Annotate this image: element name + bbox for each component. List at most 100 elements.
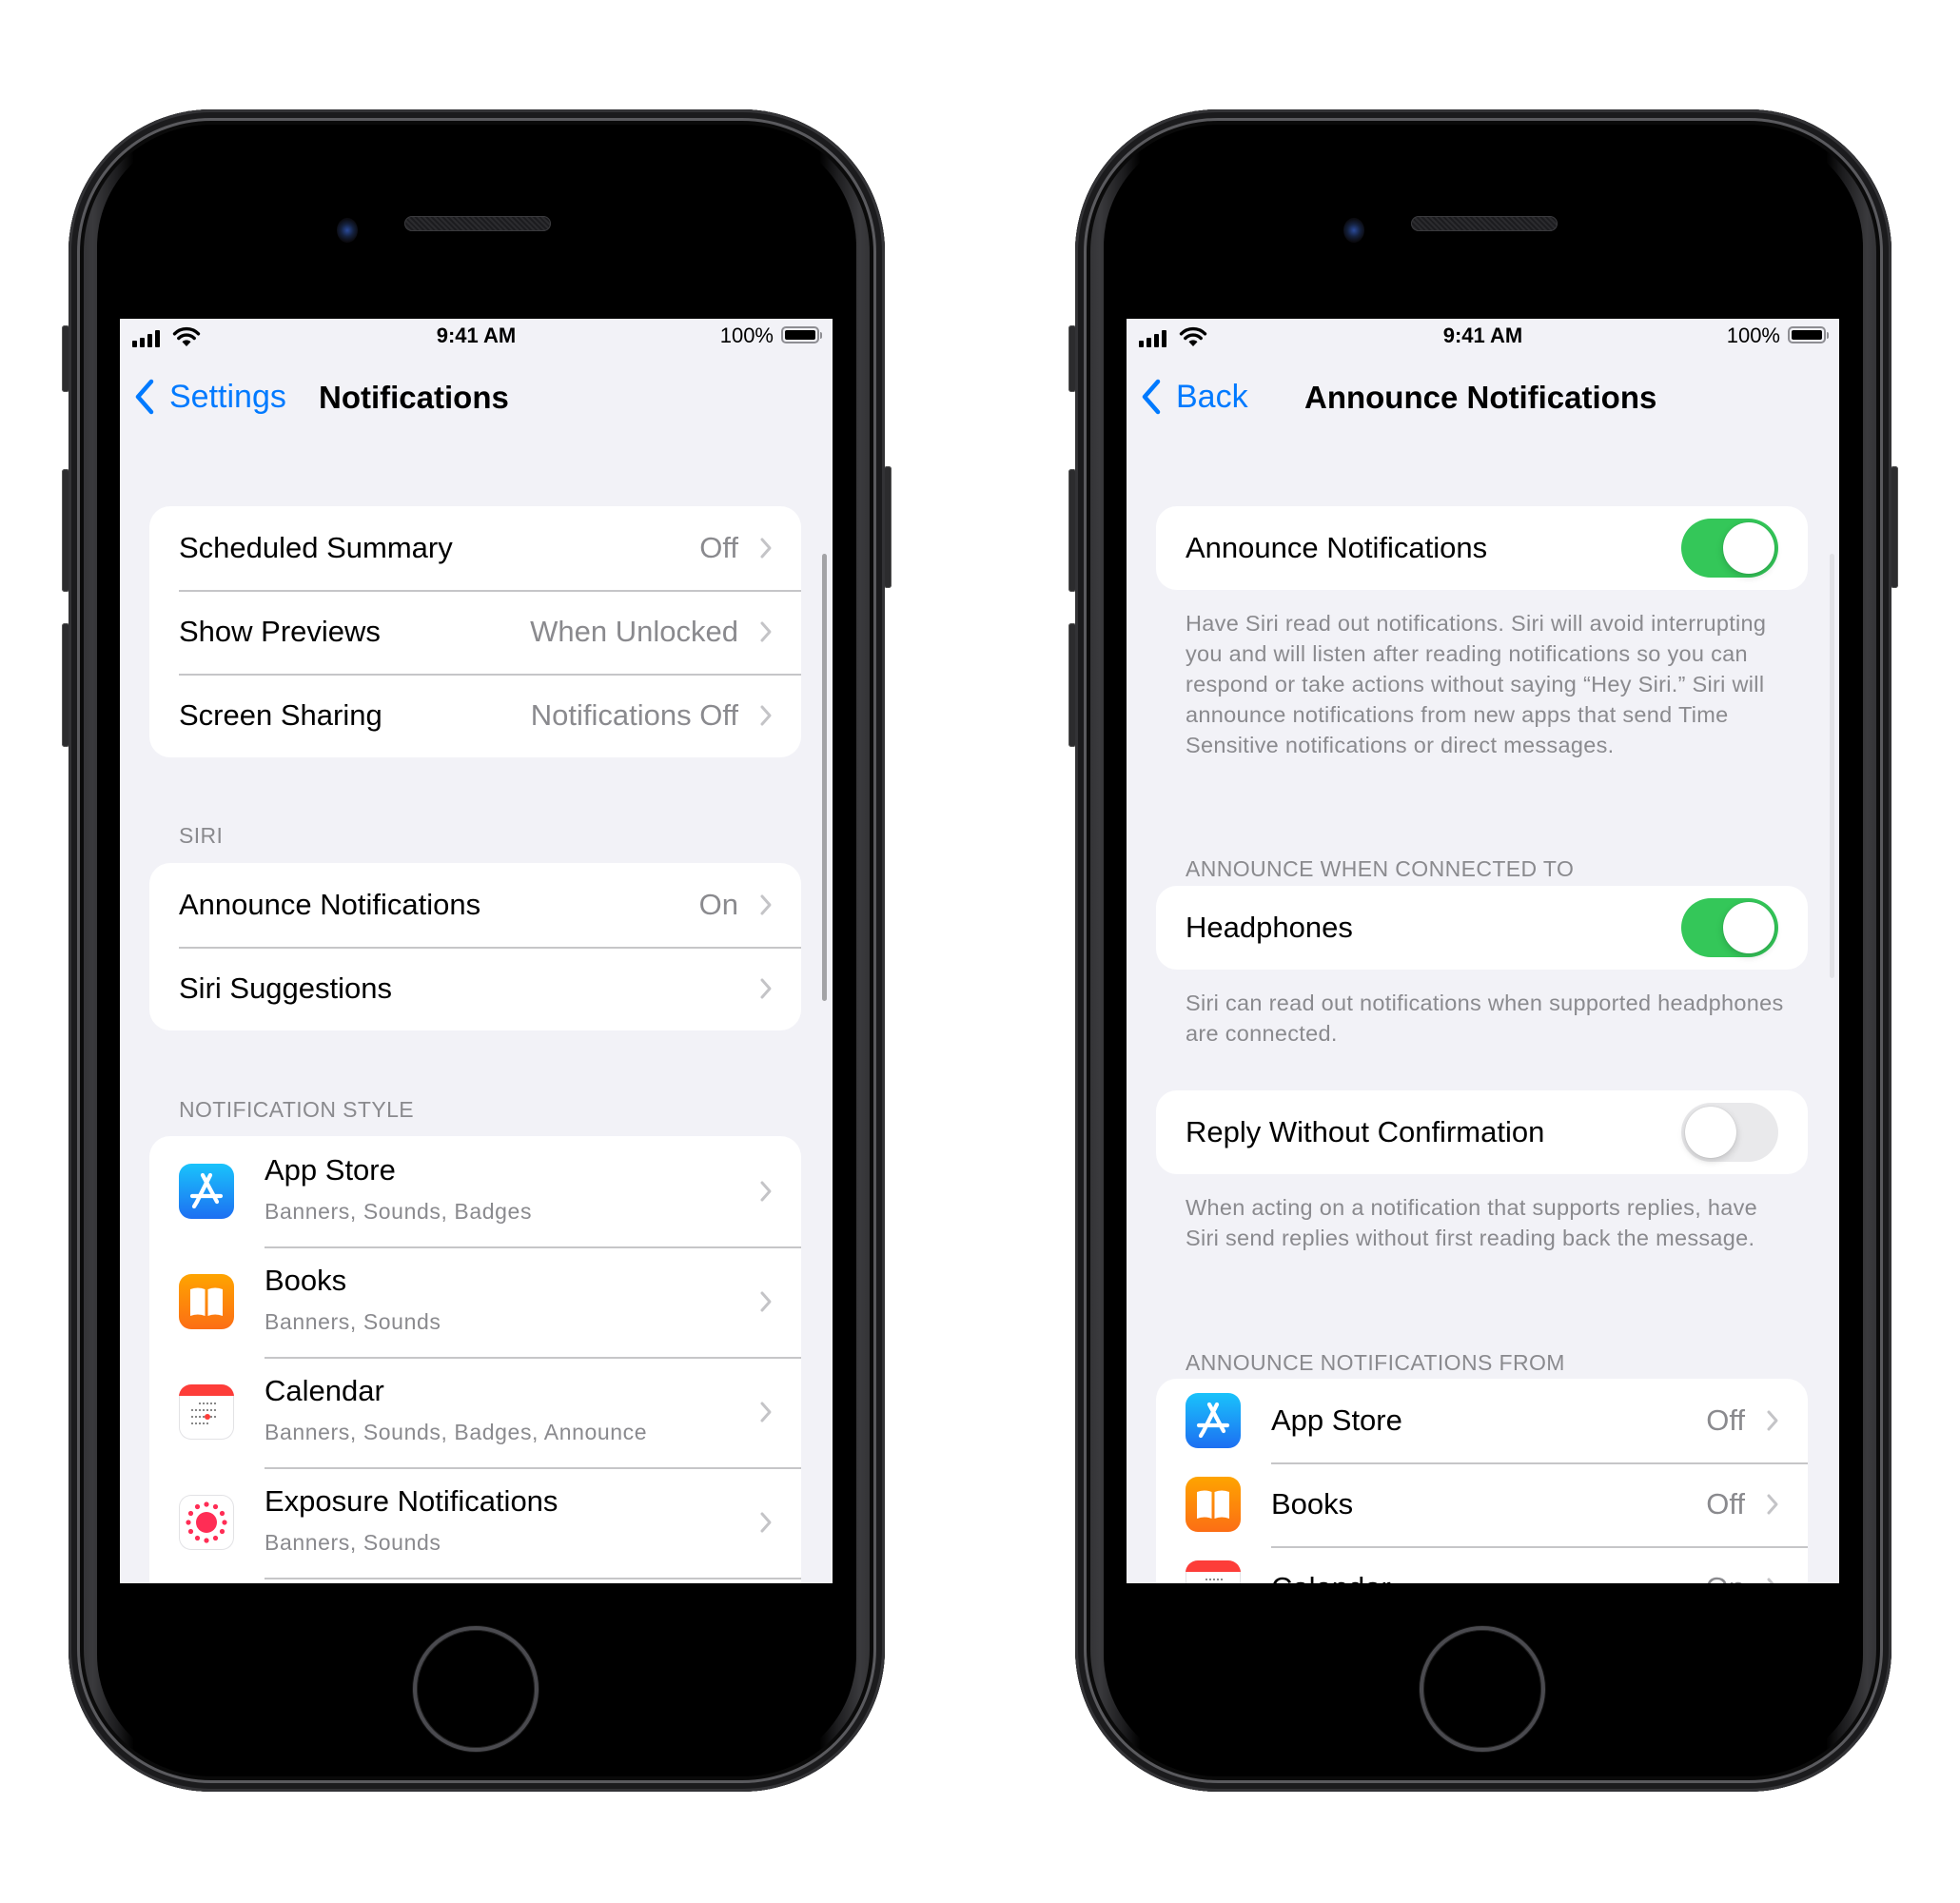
scroll-indicator[interactable] — [822, 554, 827, 1001]
front-camera-icon — [337, 218, 358, 243]
row-label: Screen Sharing — [179, 698, 382, 732]
row-reply-without-confirmation-toggle: Reply Without Confirmation — [1156, 1090, 1808, 1174]
app-notification-detail: Banners, Sounds — [265, 1530, 441, 1555]
chevron-right-icon — [760, 705, 772, 726]
row-label: Siri Suggestions — [179, 971, 393, 1005]
navigation-bar: Settings Notifications — [120, 366, 833, 429]
phone-right: 9:41 AM 100% Back Announce Notifications… — [1068, 109, 1898, 1792]
row-siri-suggestions[interactable]: Siri Suggestions — [149, 947, 801, 1030]
row-value: Off — [699, 531, 738, 564]
row-value: Off — [1706, 1403, 1745, 1437]
row-value: Off — [1706, 1487, 1745, 1520]
row-headphones-toggle: Headphones — [1156, 886, 1808, 970]
chevron-right-icon — [760, 621, 772, 642]
app-notification-detail: Banners, Sounds, Badges — [265, 1199, 533, 1224]
announce-from-apps-group: App Store Off Books Off Calendar On — [1156, 1379, 1808, 1583]
headphones-toggle-group: Headphones — [1156, 886, 1808, 970]
navigation-bar: Back Announce Notifications — [1127, 366, 1839, 429]
section-header-announce-when-connected: ANNOUNCE WHEN CONNECTED TO — [1186, 856, 1575, 881]
app-notification-detail: Banners, Sounds, Badges, Announce — [265, 1420, 648, 1444]
row-show-previews[interactable]: Show Previews When Unlocked — [149, 590, 801, 674]
notification-style-group: App Store Banners, Sounds, Badges Books … — [149, 1136, 801, 1583]
screen-announce-notifications: 9:41 AM 100% Back Announce Notifications… — [1127, 319, 1839, 1583]
back-button[interactable]: Back — [1140, 378, 1248, 416]
row-value: When Unlocked — [530, 615, 738, 648]
home-button[interactable] — [413, 1626, 539, 1752]
home-button[interactable] — [1420, 1626, 1545, 1752]
chevron-right-icon — [760, 1181, 772, 1202]
front-camera-icon — [1343, 218, 1364, 243]
section-header-announce-from: ANNOUNCE NOTIFICATIONS FROM — [1186, 1350, 1565, 1375]
app-row-app-store[interactable]: App Store Banners, Sounds, Badges — [149, 1136, 801, 1246]
scroll-indicator[interactable] — [1830, 554, 1834, 978]
headphones-footer-text: Siri can read out notifications when sup… — [1186, 991, 1784, 1046]
chevron-right-icon — [760, 1402, 772, 1422]
app-store-icon — [1186, 1393, 1241, 1448]
page-title: Notifications — [319, 380, 509, 415]
section-header-notification-style: NOTIFICATION STYLE — [179, 1097, 415, 1122]
row-announce-notifications[interactable]: Announce Notifications On — [149, 863, 801, 947]
row-label: Announce Notifications — [179, 888, 481, 921]
announce-footer-text: Have Siri read out notifications. Siri w… — [1186, 611, 1767, 757]
chevron-left-icon — [135, 379, 154, 415]
status-bar: 9:41 AM 100% — [1127, 319, 1839, 353]
chevron-left-icon — [1142, 379, 1161, 415]
power-button — [1891, 466, 1898, 588]
chevron-right-icon — [1767, 1578, 1774, 1583]
chevron-right-icon — [1767, 1494, 1778, 1515]
row-screen-sharing[interactable]: Screen Sharing Notifications Off — [149, 674, 801, 757]
app-notification-detail: Banners, Sounds — [265, 1309, 441, 1334]
app-row-partial[interactable] — [149, 1578, 801, 1583]
headphones-toggle[interactable] — [1681, 898, 1778, 957]
reply-footer-text: When acting on a notification that suppo… — [1186, 1195, 1758, 1250]
app-row-calendar[interactable]: Calendar Banners, Sounds, Badges, Announ… — [149, 1357, 801, 1467]
reply-toggle-group: Reply Without Confirmation — [1156, 1090, 1808, 1174]
app-row-exposure-notifications[interactable]: Exposure Notifications Banners, Sounds — [149, 1467, 801, 1578]
row-announce-notifications-toggle: Announce Notifications — [1156, 506, 1808, 590]
phone-left: 9:41 AM 100% Settings Notifications Sche… — [62, 109, 892, 1792]
chevron-right-icon — [760, 978, 772, 999]
announce-app-row-app-store[interactable]: App Store Off — [1156, 1379, 1808, 1462]
row-label: Announce Notifications — [1186, 531, 1488, 564]
row-label: App Store — [1271, 1403, 1402, 1437]
row-label: Headphones — [1186, 911, 1353, 944]
chevron-right-icon — [760, 1291, 772, 1312]
books-icon — [179, 1274, 234, 1329]
app-name: Books — [265, 1264, 347, 1297]
reply-without-confirmation-toggle[interactable] — [1681, 1103, 1778, 1162]
back-button[interactable]: Settings — [133, 378, 286, 416]
row-label: Calendar — [1271, 1571, 1391, 1583]
app-store-icon — [179, 1164, 234, 1219]
row-value: On — [1706, 1571, 1745, 1583]
row-label: Books — [1271, 1487, 1354, 1520]
chevron-right-icon — [760, 538, 772, 559]
battery-percentage: 100% — [719, 324, 774, 347]
row-label: Show Previews — [179, 615, 381, 648]
app-row-books[interactable]: Books Banners, Sounds — [149, 1246, 801, 1357]
page-title: Announce Notifications — [1304, 380, 1657, 415]
row-scheduled-summary[interactable]: Scheduled Summary Off — [149, 506, 801, 590]
announce-app-row-books[interactable]: Books Off — [1156, 1462, 1808, 1546]
general-settings-group: Scheduled Summary Off Show Previews When… — [149, 506, 801, 757]
siri-settings-group: Announce Notifications On Siri Suggestio… — [149, 863, 801, 1030]
battery-icon — [1788, 326, 1829, 343]
announce-notifications-toggle[interactable] — [1681, 519, 1778, 578]
announce-app-row-calendar[interactable]: Calendar On — [1156, 1546, 1808, 1583]
back-button-label: Settings — [169, 378, 286, 415]
battery-icon — [781, 326, 822, 343]
row-label: Reply Without Confirmation — [1186, 1115, 1545, 1148]
earpiece-speaker — [1411, 216, 1558, 231]
section-header-siri: SIRI — [179, 823, 224, 848]
calendar-icon — [1186, 1560, 1241, 1583]
calendar-icon — [179, 1384, 234, 1440]
back-button-label: Back — [1176, 378, 1248, 415]
app-name: Calendar — [265, 1374, 384, 1407]
row-value: On — [698, 888, 738, 921]
status-bar: 9:41 AM 100% — [120, 319, 833, 353]
app-name: App Store — [265, 1153, 396, 1187]
app-name: Exposure Notifications — [265, 1484, 559, 1518]
chevron-right-icon — [760, 1512, 772, 1533]
row-value: Notifications Off — [530, 698, 738, 732]
screen-notifications: 9:41 AM 100% Settings Notifications Sche… — [120, 319, 833, 1583]
row-label: Scheduled Summary — [179, 531, 453, 564]
